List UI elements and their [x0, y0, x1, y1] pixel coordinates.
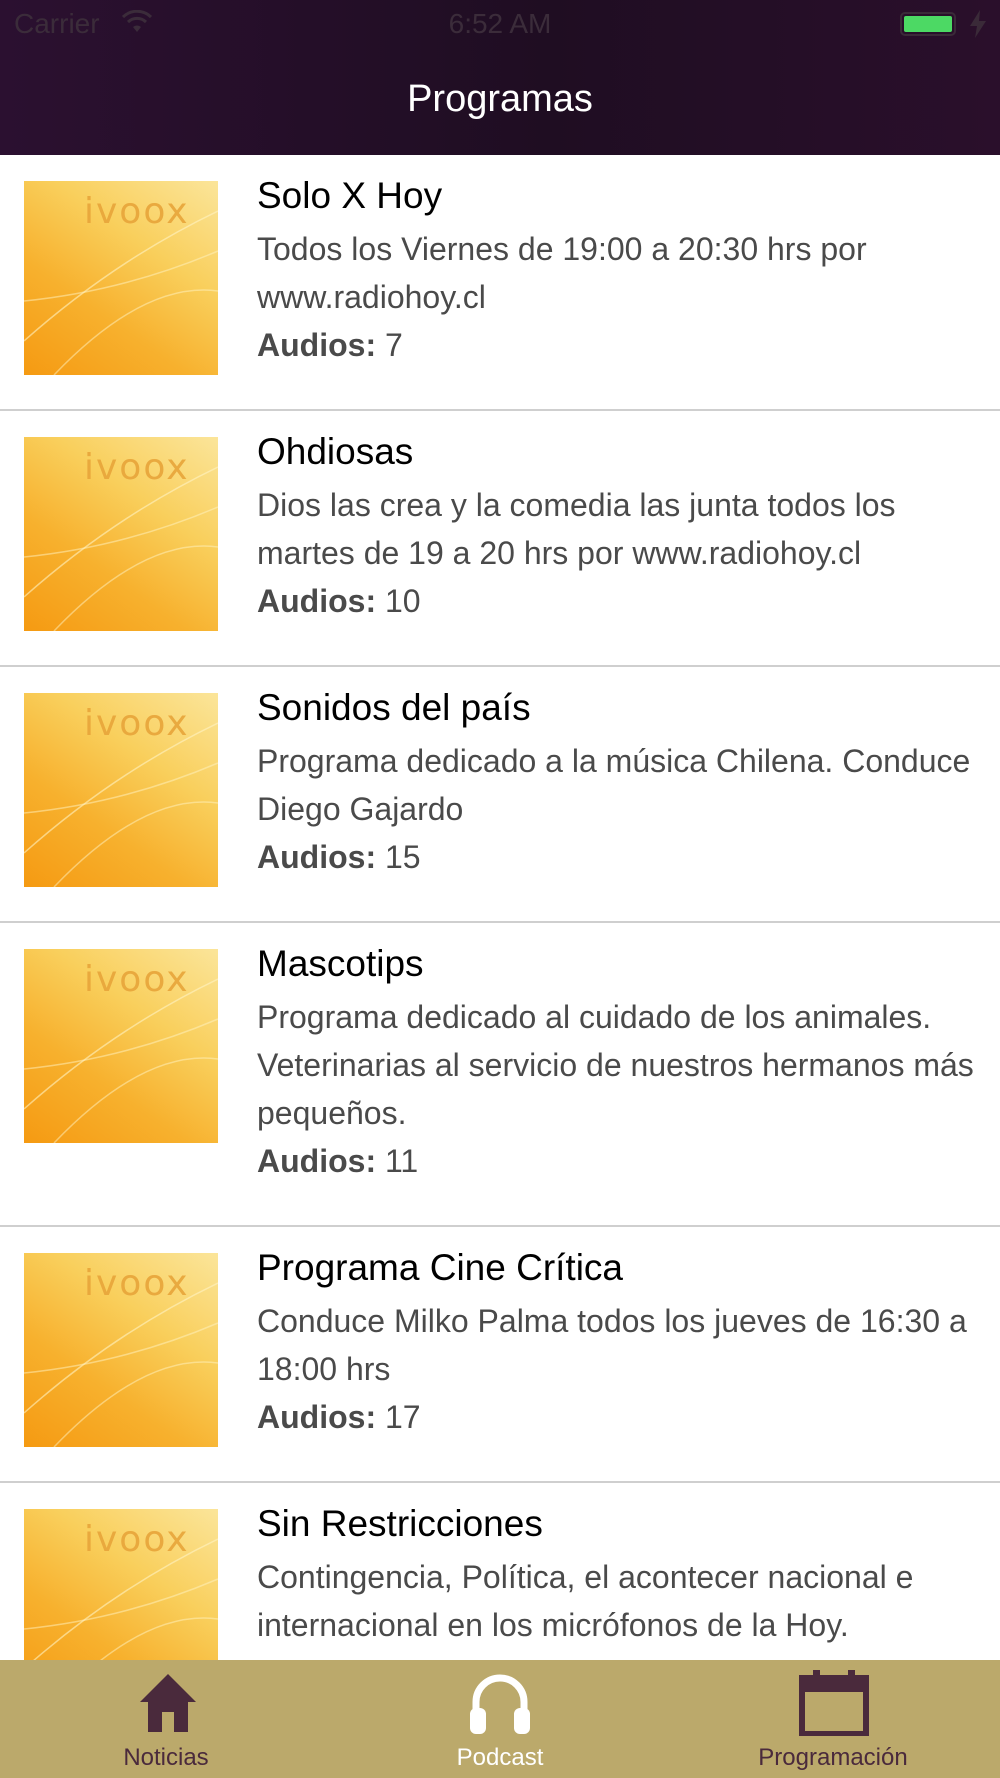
- program-thumbnail: ivoox: [24, 1253, 218, 1447]
- audios-value: 7: [384, 327, 403, 363]
- audios-count: Audios: 7: [257, 321, 977, 369]
- ivoox-logo: ivoox: [84, 1519, 190, 1560]
- program-thumbnail: ivoox: [24, 437, 218, 631]
- program-row[interactable]: ivoox Sonidos del país Programa dedicado…: [0, 667, 1000, 923]
- audios-count: Audios: 15: [257, 833, 977, 881]
- program-description: Contingencia, Política, el acontecer nac…: [257, 1553, 977, 1649]
- program-row[interactable]: ivoox Ohdiosas Dios las crea y la comedi…: [0, 411, 1000, 667]
- program-title: Sin Restricciones: [257, 1503, 543, 1544]
- audios-value: 11: [384, 1143, 419, 1179]
- tab-podcast[interactable]: Podcast: [400, 1660, 600, 1778]
- description-text: Conduce Milko Palma todos los jueves de …: [257, 1303, 967, 1387]
- program-title: Solo X Hoy: [257, 175, 443, 216]
- calendar-icon: [799, 1670, 869, 1736]
- description-text: Dios las crea y la comedia las junta tod…: [257, 487, 896, 571]
- ivoox-logo: ivoox: [84, 959, 190, 1000]
- audios-label: Audios:: [257, 839, 377, 875]
- program-thumbnail: ivoox: [24, 949, 218, 1143]
- program-description: Dios las crea y la comedia las junta tod…: [257, 481, 977, 625]
- audios-value: 17: [384, 1399, 421, 1435]
- tab-label: Podcast: [456, 1744, 544, 1771]
- description-text: Programa dedicado al cuidado de los anim…: [257, 999, 974, 1131]
- page-title: Programas: [407, 78, 593, 120]
- program-thumbnail: ivoox: [24, 181, 218, 375]
- program-title: Mascotips: [257, 943, 424, 984]
- headphones-icon: [470, 1674, 530, 1734]
- charging-icon: [970, 10, 986, 38]
- ivoox-logo: ivoox: [84, 1263, 190, 1304]
- description-text: Todos los Viernes de 19:00 a 20:30 hrs p…: [257, 231, 867, 315]
- program-title: Programa Cine Crítica: [257, 1247, 624, 1288]
- audios-count: Audios: 10: [257, 577, 977, 625]
- program-description: Todos los Viernes de 19:00 a 20:30 hrs p…: [257, 225, 977, 369]
- audios-label: Audios:: [257, 1399, 377, 1435]
- tab-bar: Noticias Podcast Programación: [0, 1660, 1000, 1778]
- program-row[interactable]: ivoox Mascotips Programa dedicado al cui…: [0, 923, 1000, 1227]
- audios-count: Audios: 17: [257, 1393, 977, 1441]
- audios-value: 10: [384, 583, 421, 619]
- program-description: Programa dedicado a la música Chilena. C…: [257, 737, 977, 881]
- audios-count: Audios: 11: [257, 1137, 977, 1185]
- audios-label: Audios:: [257, 327, 377, 363]
- program-row[interactable]: ivoox Solo X Hoy Todos los Viernes de 19…: [0, 155, 1000, 411]
- programs-list[interactable]: ivoox Solo X Hoy Todos los Viernes de 19…: [0, 155, 1000, 1660]
- program-description: Conduce Milko Palma todos los jueves de …: [257, 1297, 977, 1441]
- battery-icon: [900, 12, 956, 36]
- tab-noticias[interactable]: Noticias: [66, 1660, 266, 1778]
- ivoox-logo: ivoox: [84, 191, 190, 232]
- tab-programacion[interactable]: Programación: [733, 1660, 933, 1778]
- description-text: Programa dedicado a la música Chilena. C…: [257, 743, 971, 827]
- ivoox-logo: ivoox: [84, 447, 190, 488]
- tab-label: Programación: [758, 1744, 908, 1771]
- program-row[interactable]: ivoox Programa Cine Crítica Conduce Milk…: [0, 1227, 1000, 1483]
- program-thumbnail: ivoox: [24, 1509, 218, 1660]
- program-thumbnail: ivoox: [24, 693, 218, 887]
- program-title: Sonidos del país: [257, 687, 531, 728]
- home-icon: [140, 1674, 196, 1732]
- program-title: Ohdiosas: [257, 431, 414, 472]
- program-description: Programa dedicado al cuidado de los anim…: [257, 993, 977, 1185]
- program-row[interactable]: ivoox Sin Restricciones Contingencia, Po…: [0, 1483, 1000, 1660]
- tab-label: Noticias: [123, 1744, 209, 1771]
- audios-value: 15: [384, 839, 421, 875]
- ivoox-logo: ivoox: [84, 703, 190, 744]
- audios-label: Audios:: [257, 583, 377, 619]
- navigation-bar: Carrier 6:52 AM Programas: [0, 0, 1000, 155]
- status-time: 6:52 AM: [448, 8, 552, 39]
- description-text: Contingencia, Política, el acontecer nac…: [257, 1559, 914, 1643]
- audios-label: Audios:: [257, 1143, 377, 1179]
